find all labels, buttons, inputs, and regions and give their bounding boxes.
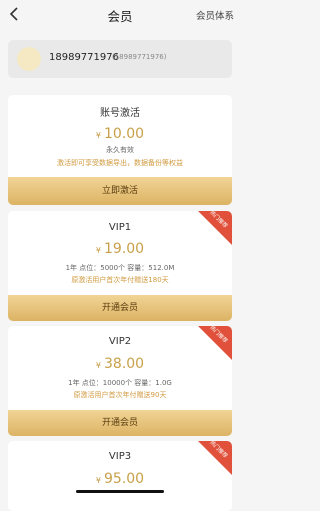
activation-note: 激活即可享受数据导出，数据备份等权益 (57, 159, 183, 167)
user-phone-sub: (18989771976) (112, 53, 167, 61)
nav-bar: 会员 会员体系 (0, 0, 240, 30)
plan-gift: 原激活用户首次年付赠送90天 (73, 391, 167, 399)
home-indicator (76, 490, 164, 493)
plan-card-vip3: 热门推荐 VIP3 ¥95.00 (8, 441, 232, 511)
plan-detail: 1年 点位：5000个 容量：512.0M (65, 264, 175, 272)
price-amount: 10.00 (104, 126, 145, 142)
currency-symbol: ¥ (95, 476, 101, 485)
plan-card-vip2: 热门推荐 VIP2 ¥38.00 1年 点位：10000个 容量：1.0G 原激… (8, 326, 232, 436)
currency-symbol: ¥ (95, 246, 101, 255)
plan-card-vip1: 热门推荐 VIP1 ¥19.00 1年 点位：5000个 容量：512.0M 原… (8, 211, 232, 321)
currency-symbol: ¥ (95, 131, 101, 140)
plan-price: ¥95.00 (8, 468, 232, 487)
plan-price: ¥38.00 (8, 353, 232, 372)
price-amount: 95.00 (104, 471, 145, 487)
activation-card: 账号激活 ¥10.00 永久有效 激活即可享受数据导出，数据备份等权益 立即激活 (8, 95, 232, 205)
price-amount: 38.00 (104, 356, 145, 372)
plan-title: VIP3 (108, 451, 132, 462)
plan-title: VIP1 (108, 222, 132, 233)
plan-price: ¥19.00 (8, 238, 232, 257)
plan-title: VIP2 (108, 336, 132, 347)
activate-button[interactable]: 立即激活 (8, 177, 232, 205)
user-card: 18989771976 (18989771976) (8, 40, 232, 78)
membership-system-link[interactable]: 会员体系 (196, 8, 234, 22)
currency-symbol: ¥ (95, 361, 101, 370)
activation-price: ¥10.00 (8, 123, 232, 142)
price-amount: 19.00 (104, 241, 145, 257)
open-vip2-button[interactable]: 开通会员 (8, 410, 232, 436)
avatar (17, 47, 41, 71)
activation-title: 账号激活 (100, 108, 140, 119)
plan-gift: 原激活用户首次年付赠送180天 (71, 276, 169, 284)
activation-validity: 永久有效 (106, 146, 134, 154)
open-vip1-button[interactable]: 开通会员 (8, 295, 232, 321)
plan-detail: 1年 点位：10000个 容量：1.0G (68, 379, 172, 387)
user-phone: 18989771976 (49, 52, 119, 63)
